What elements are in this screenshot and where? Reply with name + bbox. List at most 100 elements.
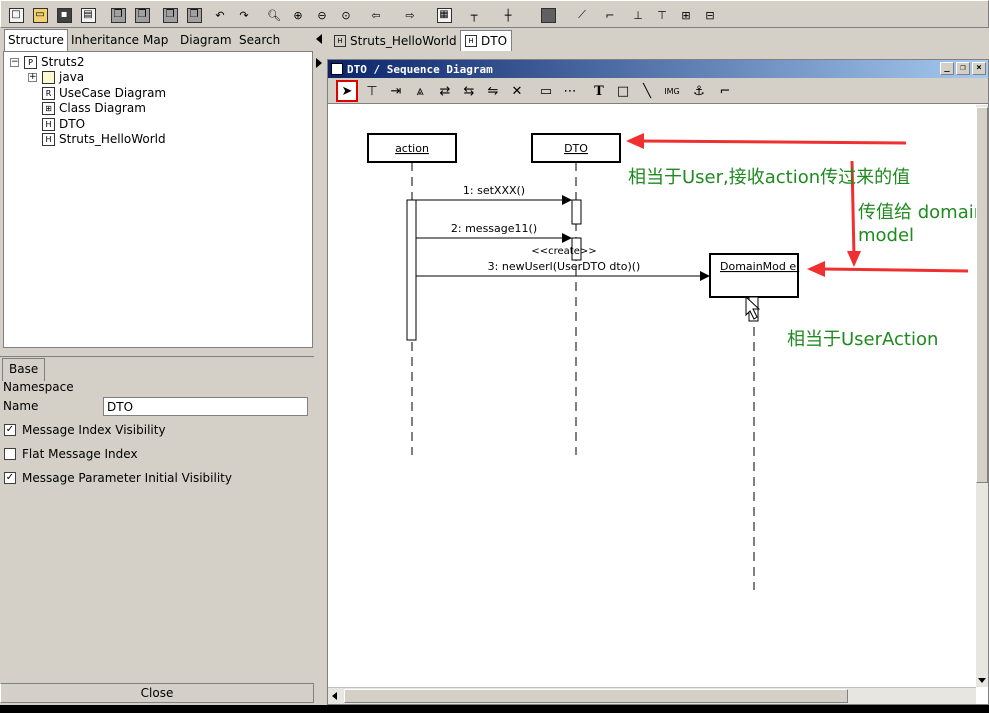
message-tool-icon[interactable]: ⇥: [385, 80, 407, 102]
window-title: DTO / Sequence Diagram: [347, 62, 493, 76]
undo-icon[interactable]: ↶: [209, 4, 231, 26]
print-icon[interactable]: ▤: [77, 4, 99, 26]
name-input[interactable]: [103, 397, 308, 416]
fill-color-icon[interactable]: [537, 4, 559, 26]
new-file-icon[interactable]: □: [5, 4, 27, 26]
node-layout-icon[interactable]: ⊞: [675, 4, 697, 26]
option-message-index-visibility[interactable]: ✓ Message Index Visibility: [4, 423, 166, 437]
vertical-scrollbar[interactable]: [976, 105, 988, 687]
cut-icon[interactable]: ❐: [159, 4, 181, 26]
align-top-icon[interactable]: ┬: [463, 4, 485, 26]
anchor-tool-icon[interactable]: ⚓︎: [688, 80, 710, 102]
zoom-in-icon[interactable]: ⊕: [287, 4, 309, 26]
paste-icon[interactable]: ❐: [131, 4, 153, 26]
line-tool-icon[interactable]: ╲: [636, 80, 658, 102]
annotation-arrowhead-domainmodel: [807, 261, 825, 277]
annotation-useraction-note: 相当于UserAction: [787, 329, 939, 350]
flow-layout-icon[interactable]: ⊟: [699, 4, 721, 26]
rectangle-tool-icon[interactable]: □: [612, 80, 634, 102]
tab-structure[interactable]: Structure: [4, 29, 68, 52]
open-folder-icon[interactable]: ▭: [29, 4, 51, 26]
sequence-diagram-icon: [331, 63, 343, 75]
collapse-left-icon[interactable]: [316, 34, 322, 44]
redo-icon[interactable]: ↷: [233, 4, 255, 26]
actor-tool-icon[interactable]: ⩓: [409, 80, 431, 102]
message-3-label: 3: newUserl(UserDTO dto)(): [488, 260, 641, 273]
sequence-diagram-icon: H: [42, 132, 55, 146]
tab-struts-helloworld[interactable]: H Struts_HelloWorld: [330, 30, 461, 51]
connector-icon[interactable]: ⟋: [571, 4, 593, 26]
scroll-left-icon[interactable]: [332, 692, 337, 700]
horizontal-scroll-thumb[interactable]: [344, 689, 848, 703]
close-button[interactable]: Close: [0, 683, 314, 703]
text-tool-icon[interactable]: T: [588, 80, 610, 102]
activation-action[interactable]: [406, 199, 417, 341]
tab-map[interactable]: Map: [140, 30, 171, 52]
copy-icon[interactable]: ❐: [107, 4, 129, 26]
horizontal-scrollbar[interactable]: [328, 687, 976, 704]
sequence-diagram-icon: H: [334, 34, 346, 47]
tree-node-dto[interactable]: H DTO: [42, 116, 85, 132]
link-tool-icon[interactable]: ⌐: [714, 80, 736, 102]
structure-tree: − P Struts2 + java R UseCase Diagram ⊞ C…: [3, 51, 313, 348]
option-message-parameter-visibility[interactable]: ✓ Message Parameter Initial Visibility: [4, 471, 232, 485]
layout-icon[interactable]: ▦: [433, 4, 455, 26]
image-tool-icon[interactable]: IMG: [661, 80, 683, 102]
tab-inheritance[interactable]: Inheritance: [68, 30, 142, 52]
checkbox-unchecked-icon[interactable]: [4, 448, 16, 460]
sync-message-icon[interactable]: ⇄: [434, 80, 456, 102]
expand-icon[interactable]: +: [28, 73, 37, 82]
expand-right-icon[interactable]: [316, 58, 322, 68]
tab-search[interactable]: Search: [236, 30, 283, 52]
checkbox-checked-icon[interactable]: ✓: [4, 424, 16, 436]
lifeline-tool-icon[interactable]: ⊤: [361, 80, 383, 102]
close-icon[interactable]: ×: [972, 62, 986, 75]
screen-bottom-edge: [0, 705, 989, 713]
activation-dto-1[interactable]: [571, 199, 582, 225]
option-label: Message Index Visibility: [22, 423, 166, 437]
usecase-diagram-icon: R: [42, 86, 55, 100]
destroy-tool-icon[interactable]: ✕: [506, 80, 528, 102]
vertical-scroll-thumb[interactable]: [976, 107, 988, 483]
restore-icon[interactable]: ❐: [956, 62, 970, 75]
zoom-out-icon[interactable]: ⊖: [311, 4, 333, 26]
tree-node-class-diagram[interactable]: ⊞ Class Diagram: [42, 100, 146, 116]
main-toolbar: □ ▭ ▪ ▤ ❐ ❐ ❐ ❐ ↶ ↷ 🔍︎ ⊕ ⊖ ⊙ ⇦ ⇨ ▦ ┬ ┼ ⟋…: [0, 0, 989, 28]
tab-dto[interactable]: H DTO: [460, 30, 513, 51]
return-message-icon[interactable]: ⇋: [482, 80, 504, 102]
select-pointer-icon[interactable]: ➤: [336, 80, 358, 102]
tree-node-java[interactable]: java: [42, 69, 84, 85]
tree-node-label: UseCase Diagram: [59, 86, 167, 100]
message-2-label: 2: message11(): [451, 222, 537, 235]
zoom-fit-icon[interactable]: ⊙: [335, 4, 357, 26]
option-flat-message-index[interactable]: Flat Message Index: [4, 447, 138, 461]
annotation-dto-note: 相当于User,接收action传过来的值: [628, 167, 911, 188]
scroll-down-icon[interactable]: [978, 678, 986, 683]
note-tool-icon[interactable]: ▭: [535, 80, 557, 102]
forward-arrow-icon[interactable]: ⇨: [399, 4, 421, 26]
tree-node-struts-helloworld[interactable]: H Struts_HelloWorld: [42, 131, 166, 147]
save-icon[interactable]: ▪: [53, 4, 75, 26]
panel-splitter[interactable]: [314, 28, 326, 708]
tree-layout-icon[interactable]: ⊥: [627, 4, 649, 26]
minimize-icon[interactable]: _: [940, 62, 954, 75]
zoom-icon[interactable]: 🔍︎: [263, 4, 285, 26]
back-arrow-icon[interactable]: ⇦: [365, 4, 387, 26]
connector-orth-icon[interactable]: ⌐: [599, 4, 621, 26]
note-link-icon[interactable]: ⋯: [559, 80, 581, 102]
lifeline-domainmodel-label: DomainMod el: [720, 260, 799, 273]
folder-icon: [42, 70, 55, 84]
tab-diagram[interactable]: Diagram: [177, 30, 235, 52]
sequence-diagram-icon: H: [42, 117, 55, 131]
async-message-icon[interactable]: ⇆: [458, 80, 480, 102]
delete-icon[interactable]: ❐: [183, 4, 205, 26]
diagram-canvas[interactable]: action DTO DomainMod el 1: setXXX() 2: m…: [328, 105, 985, 687]
tree-node-label: Struts2: [41, 55, 85, 69]
tree-node-usecase[interactable]: R UseCase Diagram: [42, 85, 166, 101]
align-middle-icon[interactable]: ┼: [497, 4, 519, 26]
tree-node-root[interactable]: P Struts2: [24, 54, 84, 70]
option-label: Message Parameter Initial Visibility: [22, 471, 232, 485]
collapse-icon[interactable]: −: [10, 58, 19, 67]
hier-layout-icon[interactable]: ⊤: [651, 4, 673, 26]
checkbox-checked-icon[interactable]: ✓: [4, 472, 16, 484]
